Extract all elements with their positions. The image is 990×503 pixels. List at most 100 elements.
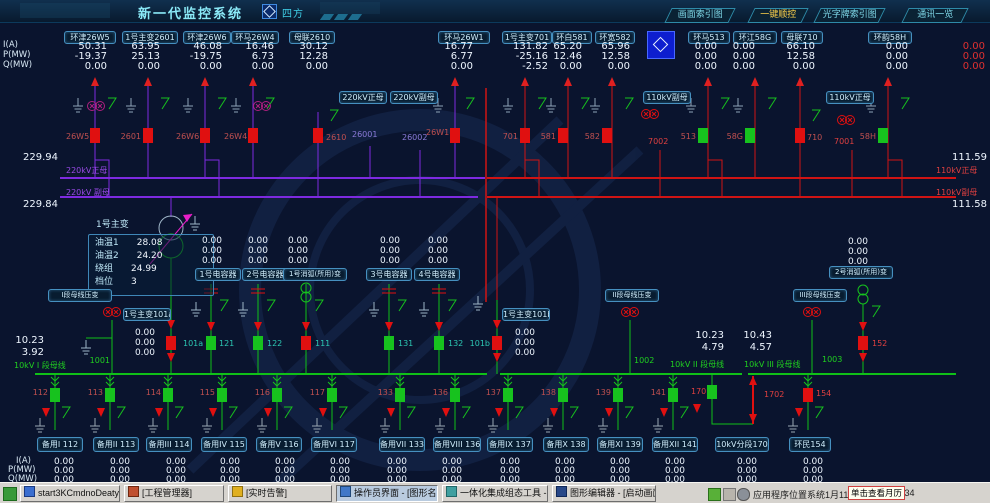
breaker-tag: 513: [674, 132, 696, 141]
value-cell: 0.00: [779, 62, 815, 72]
value-cell: 0.00: [437, 62, 473, 72]
breaker-tag: 26W4: [224, 132, 246, 141]
taskbar-item[interactable]: 一体化集成组态工具 - [...: [442, 485, 548, 502]
pan-navigator-icon[interactable]: [647, 31, 675, 59]
value-cell: 0.00: [272, 256, 308, 266]
bus-text: 110kV副母: [936, 188, 977, 197]
app-title: 新一代监控系统: [138, 3, 243, 22]
value-cell: 0.00: [119, 338, 155, 348]
breaker-tag: 26W1: [426, 128, 448, 137]
bus10-voltage: 10.23: [8, 336, 44, 346]
tx-lv-button[interactable]: 1号主变101a: [123, 308, 171, 321]
feeder-button[interactable]: 10kV分段170: [715, 437, 769, 452]
value-cell: 0.00: [719, 62, 755, 72]
value-cell: -2.52: [512, 62, 548, 72]
nav-comm-overview[interactable]: 通讯一览: [901, 8, 968, 23]
show-desktop-icon[interactable]: [3, 487, 17, 501]
breaker-tag: 121: [219, 339, 234, 348]
value-cell: 0.00: [238, 62, 274, 72]
bus-voltage: 111.59: [951, 153, 987, 163]
feeder-tag: 112: [26, 388, 48, 397]
value-cell: 0.00: [71, 62, 107, 72]
pt-label[interactable]: II段母线压变: [605, 289, 659, 302]
feeder-button[interactable]: 备用X 138: [543, 437, 589, 452]
value-cell: 0.00: [272, 246, 308, 256]
value-cell: 0.00: [546, 62, 582, 72]
value-cell: 0.00: [949, 62, 985, 72]
value-cell: 0.00: [186, 256, 222, 266]
breaker-tag: 582: [578, 132, 600, 141]
unit-button[interactable]: 3号电容器: [366, 268, 412, 281]
switch-tag: 7002: [648, 137, 668, 146]
value-cell: 0.00: [364, 236, 400, 246]
value-cell: 0.00: [119, 348, 155, 358]
nav-light-board-index[interactable]: 光字牌索引图: [813, 8, 885, 23]
bus-label-110-aux[interactable]: 110kV副母: [643, 91, 691, 104]
value-cell: 0.00: [119, 328, 155, 338]
feeder-tag: 139: [589, 388, 611, 397]
value-cell: 0.00: [232, 246, 268, 256]
unit-button[interactable]: 2号电容器: [242, 268, 288, 281]
feeder-button[interactable]: 备用VII 133: [379, 437, 425, 452]
feeder-button[interactable]: 备用II 113: [93, 437, 139, 452]
breaker-tag: 170: [691, 387, 706, 396]
menu-system[interactable]: 系统: [807, 488, 825, 501]
feeder-button[interactable]: 备用VIII 136: [433, 437, 481, 452]
unit-button[interactable]: 2号消弧(所用)变: [829, 266, 893, 279]
feeder-tag: 116: [248, 388, 270, 397]
alarm-icon: [232, 486, 243, 497]
bus-label-110-main[interactable]: 110kV正母: [826, 91, 874, 104]
value-cell: 0.00: [412, 236, 448, 246]
bus-label-220-aux[interactable]: 220kV副母: [390, 91, 438, 104]
unit-button[interactable]: 1号电容器: [195, 268, 241, 281]
feeder-tag: 136: [426, 388, 448, 397]
nav-screen-index[interactable]: 画面索引图: [664, 8, 735, 23]
feeder-tag: 117: [303, 388, 325, 397]
feeder-button[interactable]: 备用IX 137: [487, 437, 533, 452]
breaker-tag: 58G: [721, 132, 743, 141]
taskbar-item[interactable]: start3KCmdnoDeaty.sh: [20, 485, 120, 502]
feeder-button[interactable]: 备用V 116: [256, 437, 302, 452]
bus-voltage: 111.58: [951, 200, 987, 210]
feeder-button[interactable]: 环民154: [789, 437, 831, 452]
tx-field-label: 油温2: [95, 250, 119, 263]
tray-keyboard-icon[interactable]: [723, 488, 736, 501]
transformer-title: 1号主变: [96, 221, 129, 230]
tx-field-value: 24.20: [137, 250, 163, 263]
breaker-tag: 152: [872, 339, 887, 348]
taskbar-item[interactable]: [实时告警]: [228, 485, 332, 502]
unit-button[interactable]: 4号电容器: [414, 268, 460, 281]
vendor-logo-text: 四方: [282, 5, 304, 20]
taskbar: start3KCmdnoDeaty.sh [工程管理器] [实时告警] 操作员界…: [0, 482, 990, 503]
pt-label[interactable]: III段母线压变: [793, 289, 847, 302]
nav-one-key-control[interactable]: 一键顺控: [747, 8, 808, 23]
feeder-button[interactable]: 备用XII 141: [652, 437, 698, 452]
tx-lv-button[interactable]: 1号主变101b: [502, 308, 550, 321]
feeder-button[interactable]: 备用XI 139: [597, 437, 643, 452]
value-cell: 0.00: [499, 348, 535, 358]
tray-date[interactable]: 1月11: [825, 488, 848, 501]
pt-label[interactable]: I段母线压变: [48, 289, 112, 302]
feeder-button[interactable]: 备用VI 117: [311, 437, 357, 452]
feeder-tag: 115: [193, 388, 215, 397]
menu-places[interactable]: 位置: [789, 488, 807, 501]
taskbar-item[interactable]: 图形编辑器 - [启动画面::...: [552, 485, 656, 502]
menu-applications[interactable]: 应用程序: [753, 488, 789, 501]
feeder-button[interactable]: 备用IV 115: [201, 437, 247, 452]
taskbar-item[interactable]: [工程管理器]: [124, 485, 224, 502]
value-cell: 0.00: [186, 236, 222, 246]
feeder-button[interactable]: 备用III 114: [146, 437, 192, 452]
value-cell: 0.00: [186, 62, 222, 72]
breaker-tag: 131: [398, 339, 413, 348]
feeder-button[interactable]: 备用I 112: [37, 437, 83, 452]
bus-label-220-main[interactable]: 220kV正母: [339, 91, 387, 104]
bus-voltage: 229.84: [22, 200, 58, 210]
unit-button[interactable]: 1号消弧(所用)变: [283, 268, 347, 281]
manager-icon: [128, 486, 139, 497]
bus10-label: 10kV II 段母线: [670, 360, 724, 369]
tray-app-icon[interactable]: [708, 488, 721, 501]
feeder-tag: 133: [371, 388, 393, 397]
taskbar-item-active[interactable]: 操作员界面 - [图形名：...: [336, 485, 438, 502]
tray-volume-icon[interactable]: [737, 488, 750, 501]
value-cell: 0.00: [872, 62, 908, 72]
